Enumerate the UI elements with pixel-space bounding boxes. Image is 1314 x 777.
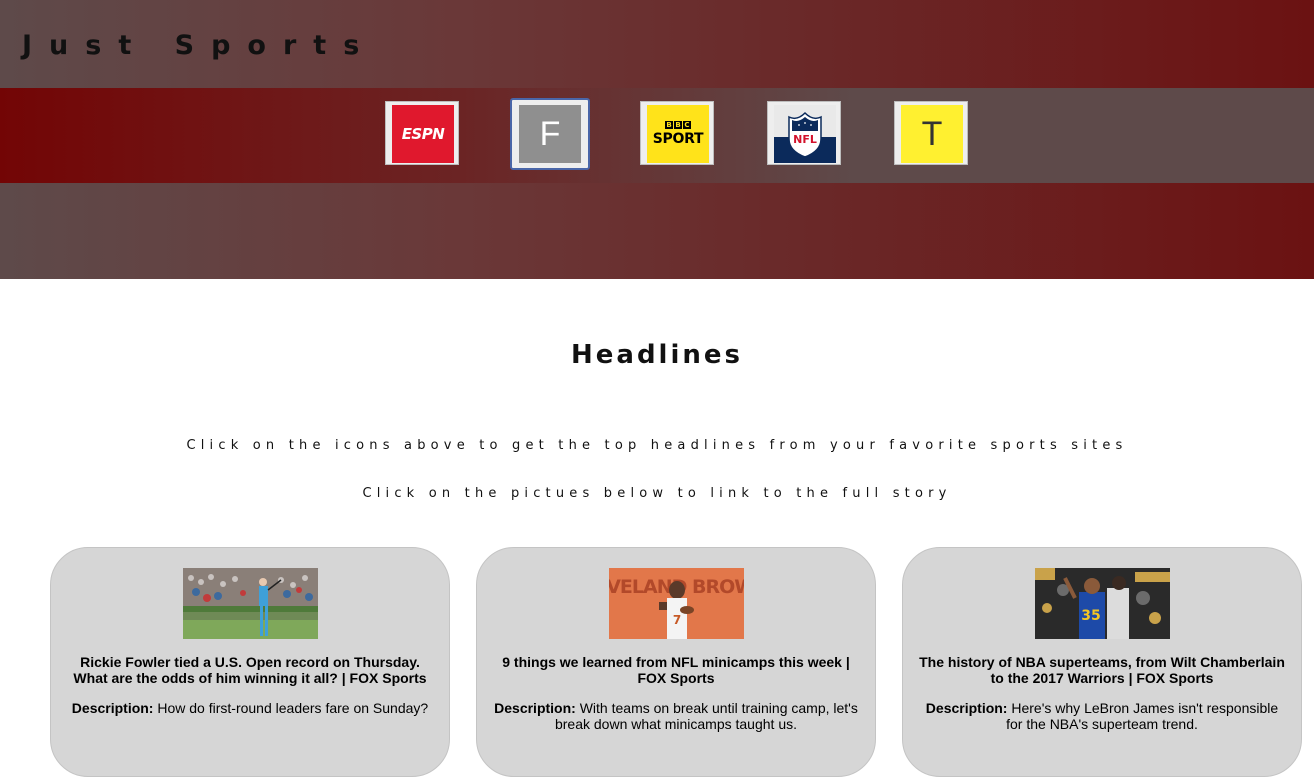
- article-title-2[interactable]: 9 things we learned from NFL minicamps t…: [491, 654, 861, 686]
- golfer-photo[interactable]: [183, 568, 318, 639]
- instruction-icons: Click on the icons above to get the top …: [186, 438, 1128, 453]
- fox-icon-letter: F: [539, 114, 561, 153]
- desc-text-2: With teams on break until training camp,…: [554, 700, 858, 732]
- page-header: Just Sports ESPN F B B C SPORT NFL T: [0, 0, 1314, 279]
- desc-label-2: Description:: [494, 700, 576, 716]
- nfl-shield-icon: NFL: [788, 111, 822, 158]
- warriors-celebration-photo[interactable]: 35: [1035, 568, 1170, 639]
- article-desc-3: Description: Here's why LeBron James isn…: [917, 700, 1287, 732]
- bbc-sport-source-button[interactable]: B B C SPORT: [640, 101, 714, 165]
- nfl-logo-text: NFL: [793, 133, 817, 146]
- article-card-3: 35 The history of NBA superteams, from W…: [902, 547, 1302, 777]
- letter-t-icon: T: [901, 105, 963, 163]
- espn-source-button[interactable]: ESPN: [385, 101, 459, 165]
- article-title-3[interactable]: The history of NBA superteams, from Wilt…: [917, 654, 1287, 686]
- desc-label-3: Description:: [925, 700, 1008, 716]
- desc-text-3: Here's why LeBron James isn't responsibl…: [1006, 700, 1279, 732]
- nfl-source-button[interactable]: NFL: [767, 101, 841, 165]
- desc-label-1: Description:: [71, 700, 154, 716]
- site-title: Just Sports: [22, 30, 377, 61]
- espn-logo-text: ESPN: [401, 125, 445, 143]
- article-title-1[interactable]: Rickie Fowler tied a U.S. Open record on…: [65, 654, 435, 686]
- bbc-blocks: B B C: [665, 121, 691, 129]
- bbc-sport-text: SPORT: [652, 131, 704, 147]
- svg-text:7: 7: [673, 613, 681, 627]
- bbc-block-c: C: [683, 121, 691, 129]
- article-card-2: CLEVELAND BROWNS 7 9 things we learned f…: [476, 547, 876, 777]
- t-source-button[interactable]: T: [894, 101, 968, 165]
- bbc-sport-logo-icon: B B C SPORT: [647, 105, 709, 163]
- nfl-shield-logo-icon: NFL: [774, 105, 836, 163]
- espn-logo-icon: ESPN: [392, 105, 454, 163]
- t-icon-letter: T: [921, 114, 943, 153]
- instruction-pictures: Click on the pictues below to link to th…: [362, 486, 952, 501]
- letter-f-icon: F: [519, 105, 581, 163]
- fox-source-button[interactable]: F: [510, 98, 590, 170]
- bbc-block-b1: B: [665, 121, 673, 129]
- article-desc-1: Description: How do first-round leaders …: [65, 700, 435, 716]
- bbc-block-b2: B: [674, 121, 682, 129]
- headlines-heading: Headlines: [571, 340, 743, 370]
- desc-text-1: How do first-round leaders fare on Sunda…: [157, 700, 429, 716]
- cleveland-browns-player-photo[interactable]: CLEVELAND BROWNS 7: [609, 568, 744, 639]
- article-desc-2: Description: With teams on break until t…: [491, 700, 861, 732]
- article-card-1: Rickie Fowler tied a U.S. Open record on…: [50, 547, 450, 777]
- svg-text:35: 35: [1081, 608, 1100, 624]
